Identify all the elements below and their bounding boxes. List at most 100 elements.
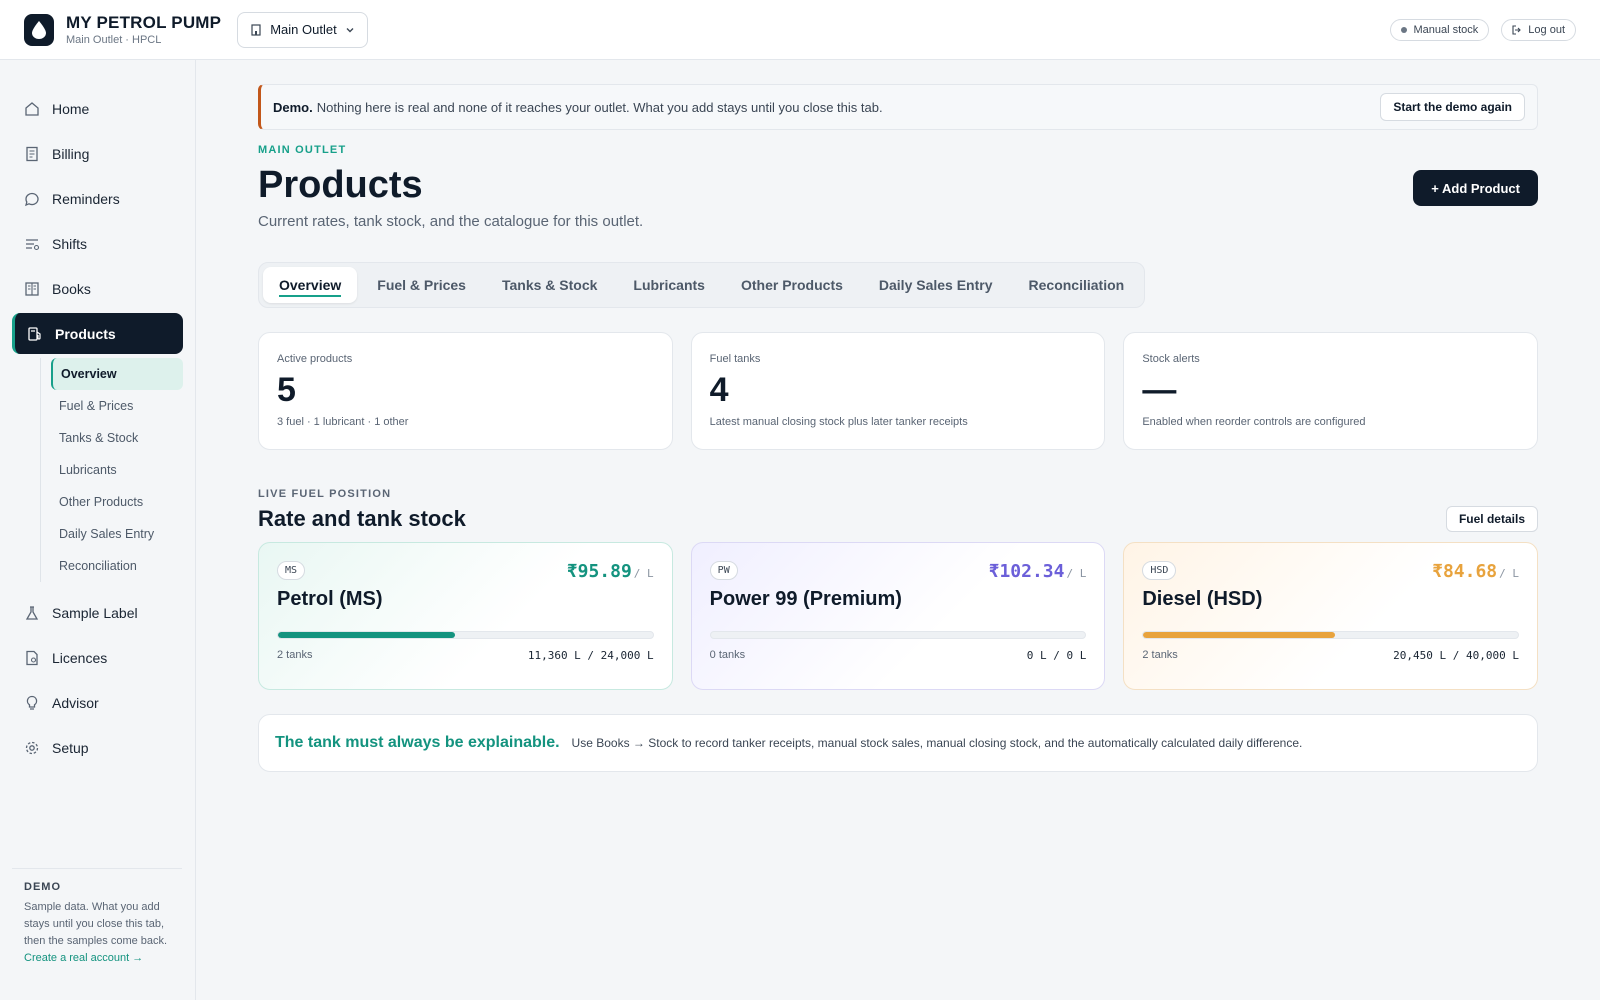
logout-button[interactable]: Log out: [1501, 18, 1576, 41]
fuel-rate-unit: / L: [1066, 567, 1087, 580]
subnav-overview[interactable]: Overview: [51, 358, 183, 390]
stat-label: Fuel tanks: [709, 353, 761, 365]
subnav-other-products[interactable]: Other Products: [51, 486, 183, 518]
manual-stock-pill[interactable]: Manual stock: [1390, 18, 1490, 41]
app-subtitle: Main Outlet · HPCL: [66, 34, 162, 46]
fuel-card-power99[interactable]: PW ₹102.34/ L Power 99 (Premium) 0 tanks…: [690, 542, 1106, 690]
logout-icon: [1512, 24, 1522, 35]
sidebar-item-advisor[interactable]: Advisor: [12, 682, 183, 723]
tank-stock: 11,360 L / 24,000 L: [527, 649, 654, 662]
tank-fill-level: [278, 632, 456, 638]
sidebar-item-label: Reminders: [52, 190, 120, 207]
page-title: Products: [258, 164, 423, 206]
restart-demo-button[interactable]: Start the demo again: [1380, 93, 1525, 121]
section-title: Rate and tank stock: [258, 506, 466, 531]
tab-lubricants[interactable]: Lubricants: [617, 267, 721, 303]
sidebar-item-home[interactable]: Home: [12, 88, 183, 129]
stat-note: Latest manual closing stock plus later t…: [709, 416, 968, 428]
fuel-code-badge: HSD: [1142, 561, 1177, 580]
add-product-button[interactable]: + Add Product: [1413, 170, 1538, 206]
create-account-link[interactable]: Create a real account →: [24, 952, 170, 964]
status-dot: [1401, 26, 1408, 33]
tab-reconciliation[interactable]: Reconciliation: [1013, 267, 1141, 303]
demo-banner: Demo. Nothing here is real and none of i…: [258, 84, 1538, 130]
fuel-name: Petrol (MS): [277, 588, 383, 610]
stat-value: 5: [277, 371, 296, 409]
sidebar-item-label: Books: [52, 280, 91, 297]
sidebar-item-label: Billing: [52, 145, 90, 162]
section-eyebrow: LIVE FUEL POSITION: [258, 488, 392, 500]
app-title: MY PETROL PUMP: [66, 13, 222, 32]
tab-overview[interactable]: Overview: [263, 267, 358, 303]
fuel-rate-value: ₹84.68: [1432, 561, 1498, 582]
demo-info-box: DEMO Sample data. What you add stays unt…: [12, 868, 182, 964]
manual-stock-label: Manual stock: [1413, 23, 1479, 36]
tank-stock: 0 L / 0 L: [1026, 649, 1087, 662]
sidebar: Home Billing Reminders Shifts Books Prod…: [0, 60, 196, 1000]
tab-daily-sales-entry[interactable]: Daily Sales Entry: [863, 267, 1009, 303]
stat-card-active-products: Active products 5 3 fuel · 1 lubricant ·…: [258, 332, 673, 450]
logout-label: Log out: [1528, 23, 1565, 36]
shifts-icon: [24, 236, 40, 252]
sidebar-item-books[interactable]: Books: [12, 268, 183, 309]
stat-card-stock-alerts: Stock alerts — Enabled when reorder cont…: [1123, 332, 1539, 450]
fuel-name: Diesel (HSD): [1142, 588, 1263, 610]
sidebar-item-reminders[interactable]: Reminders: [12, 178, 183, 219]
tank-fill-bar: [709, 631, 1087, 639]
fuel-rate-unit: / L: [1499, 567, 1520, 580]
fuel-card-diesel[interactable]: HSD ₹84.68/ L Diesel (HSD) 2 tanks 20,45…: [1123, 542, 1539, 690]
sidebar-item-label: Shifts: [52, 235, 88, 252]
tab-fuel-prices[interactable]: Fuel & Prices: [361, 267, 482, 303]
subnav-tanks-stock[interactable]: Tanks & Stock: [51, 422, 183, 454]
sidebar-item-setup[interactable]: Setup: [12, 727, 183, 768]
document-icon: [24, 650, 40, 666]
note-strong: The tank must always be explainable.: [275, 734, 560, 751]
stat-label: Stock alerts: [1142, 353, 1200, 365]
subnav-reconciliation[interactable]: Reconciliation: [51, 550, 183, 582]
tab-tanks-stock[interactable]: Tanks & Stock: [486, 267, 613, 303]
sidebar-item-label: Licences: [52, 649, 108, 666]
stat-note: Enabled when reorder controls are config…: [1142, 416, 1366, 428]
chevron-down-icon: [346, 27, 354, 32]
sidebar-item-shifts[interactable]: Shifts: [12, 223, 183, 264]
lightbulb-icon: [24, 695, 40, 711]
page-eyebrow: MAIN OUTLET: [258, 144, 347, 156]
fuel-details-button[interactable]: Fuel details: [1445, 506, 1538, 532]
sidebar-item-sample-label[interactable]: Sample Label: [12, 592, 183, 633]
explain-note: The tank must always be explainable. Use…: [258, 714, 1538, 772]
products-subnav: Overview Fuel & Prices Tanks & Stock Lub…: [40, 358, 183, 582]
demo-text: Sample data. What you add stays until yo…: [24, 901, 168, 947]
fuel-name: Power 99 (Premium): [709, 588, 902, 610]
chat-icon: [24, 191, 40, 207]
main-content: Demo. Nothing here is real and none of i…: [258, 84, 1539, 772]
sidebar-item-licences[interactable]: Licences: [12, 637, 183, 678]
sidebar-item-products[interactable]: Products: [12, 313, 183, 354]
outlet-selector[interactable]: Main Outlet: [237, 11, 368, 48]
outlet-selector-value: Main Outlet: [270, 22, 337, 37]
subnav-daily-sales-entry[interactable]: Daily Sales Entry: [51, 518, 183, 550]
fuel-rate-value: ₹95.89: [566, 561, 632, 582]
stat-card-fuel-tanks: Fuel tanks 4 Latest manual closing stock…: [690, 332, 1106, 450]
tank-fill-level: [1143, 632, 1335, 638]
banner-strong: Demo.: [273, 99, 313, 115]
tab-other-products[interactable]: Other Products: [725, 267, 859, 303]
tank-count: 2 tanks: [1142, 649, 1178, 661]
subnav-lubricants[interactable]: Lubricants: [51, 454, 183, 486]
page-description: Current rates, tank stock, and the catal…: [258, 213, 644, 230]
sidebar-item-billing[interactable]: Billing: [12, 133, 183, 174]
fuel-card-petrol[interactable]: MS ₹95.89/ L Petrol (MS) 2 tanks 11,360 …: [258, 542, 673, 690]
stat-value: 4: [709, 371, 729, 409]
sidebar-item-label: Products: [55, 325, 116, 342]
product-tabs: Overview Fuel & Prices Tanks & Stock Lub…: [258, 262, 1146, 308]
sidebar-item-label: Sample Label: [52, 604, 138, 621]
brand: MY PETROL PUMP Main Outlet · HPCL: [66, 13, 221, 46]
banner-text: Nothing here is real and none of it reac…: [316, 99, 883, 115]
tank-fill-bar: [277, 631, 654, 639]
demo-heading: DEMO: [24, 881, 61, 893]
subnav-fuel-prices[interactable]: Fuel & Prices: [51, 390, 183, 422]
home-icon: [24, 101, 40, 117]
fuel-rate: ₹95.89/ L: [567, 561, 654, 582]
fuel-code-badge: MS: [277, 561, 306, 580]
tank-fill-bar: [1142, 631, 1520, 639]
building-icon: [251, 23, 261, 36]
